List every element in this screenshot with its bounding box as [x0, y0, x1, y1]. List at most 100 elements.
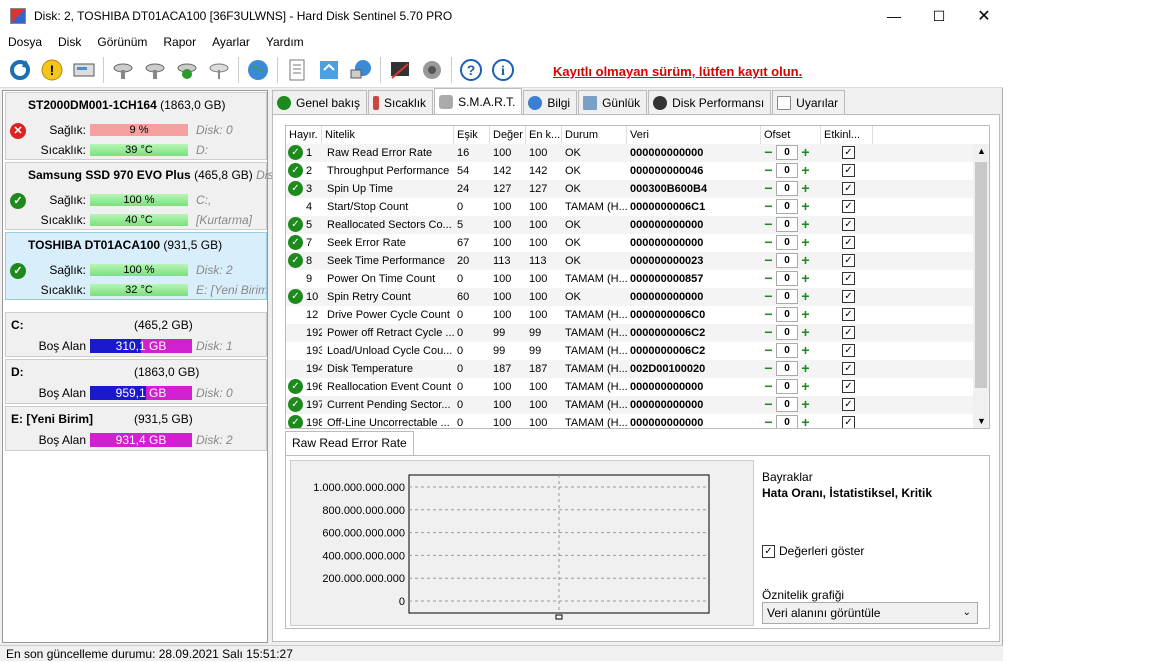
table-row[interactable]: 4 Start/Stop Count 0 100 100 TAMAM (H... 00000…: [286, 198, 974, 216]
offset-value[interactable]: 0: [776, 361, 798, 376]
menu-disk[interactable]: Disk: [50, 35, 89, 49]
disk-test-icon[interactable]: [109, 56, 137, 84]
enabled-checkbox[interactable]: ✓: [842, 164, 855, 177]
plus-icon[interactable]: +: [798, 181, 813, 196]
minus-icon[interactable]: −: [761, 307, 776, 322]
scroll-thumb[interactable]: [975, 162, 987, 388]
enabled-checkbox[interactable]: ✓: [842, 218, 855, 231]
scroll-down-icon[interactable]: ▼: [977, 416, 986, 426]
plus-icon[interactable]: +: [798, 271, 813, 286]
table-row[interactable]: ✓196Reallocation Event Count0100100TAMAM…: [286, 378, 974, 396]
maximize-button[interactable]: ☐: [916, 0, 962, 32]
table-row[interactable]: ✓ 2 Throughput Performance 54 142 142 OK 000000…: [286, 162, 974, 180]
offset-value[interactable]: 0: [776, 235, 798, 250]
minus-icon[interactable]: −: [761, 379, 776, 394]
info-icon[interactable]: i: [489, 56, 517, 84]
plus-icon[interactable]: +: [798, 379, 813, 394]
table-row[interactable]: ✓198Off-Line Uncorrectable ...0100100TAM…: [286, 414, 974, 428]
minus-icon[interactable]: −: [761, 253, 776, 268]
disk-item-selected[interactable]: TOSHIBA DT01ACA100 (931,5 GB) ✓ Sağlık: …: [5, 232, 267, 300]
minus-icon[interactable]: −: [761, 361, 776, 376]
offset-value[interactable]: 0: [776, 343, 798, 358]
offset-value[interactable]: 0: [776, 325, 798, 340]
enabled-checkbox[interactable]: ✓: [842, 272, 855, 285]
menu-ayarlar[interactable]: Ayarlar: [204, 35, 258, 49]
minus-icon[interactable]: −: [761, 343, 776, 358]
enabled-checkbox[interactable]: ✓: [842, 344, 855, 357]
plus-icon[interactable]: +: [798, 361, 813, 376]
tab-smart[interactable]: S.M.A.R.T.: [434, 88, 523, 114]
scroll-up-icon[interactable]: ▲: [977, 146, 986, 156]
col-header-enabled[interactable]: Etkinl...: [821, 126, 873, 144]
tab-performance[interactable]: Disk Performansı: [648, 90, 772, 114]
offset-value[interactable]: 0: [776, 415, 798, 428]
minus-icon[interactable]: −: [761, 181, 776, 196]
enabled-checkbox[interactable]: ✓: [842, 380, 855, 393]
offset-value[interactable]: 0: [776, 253, 798, 268]
enabled-checkbox[interactable]: ✓: [842, 146, 855, 159]
offset-value[interactable]: 0: [776, 289, 798, 304]
col-header-offset[interactable]: Ofset: [761, 126, 821, 144]
offset-value[interactable]: 0: [776, 199, 798, 214]
offset-value[interactable]: 0: [776, 181, 798, 196]
minus-icon[interactable]: −: [761, 415, 776, 428]
tab-alerts[interactable]: Uyarılar: [772, 90, 846, 114]
table-row[interactable]: ✓ 5 Reallocated Sectors Co... 5 100 100 OK 0000…: [286, 216, 974, 234]
minus-icon[interactable]: −: [761, 271, 776, 286]
plus-icon[interactable]: +: [798, 397, 813, 412]
table-row[interactable]: ✓ 1 Raw Read Error Rate 16 100 100 OK 000000000…: [286, 144, 974, 162]
volume-item[interactable]: E: [Yeni Birim] (931,5 GB) Boş Alan 931,…: [5, 406, 267, 451]
enabled-checkbox[interactable]: ✓: [842, 326, 855, 339]
minus-icon[interactable]: −: [761, 145, 776, 160]
disk-surface-icon[interactable]: [141, 56, 169, 84]
offset-value[interactable]: 0: [776, 217, 798, 232]
plus-icon[interactable]: +: [798, 343, 813, 358]
table-row[interactable]: 193 Load/Unload Cycle Cou... 0 99 99 TAMAM (H…: [286, 342, 974, 360]
enabled-checkbox[interactable]: ✓: [842, 398, 855, 411]
minus-icon[interactable]: −: [761, 163, 776, 178]
settings-icon[interactable]: [386, 56, 414, 84]
close-button[interactable]: ✕: [961, 0, 1007, 32]
volume-item[interactable]: C: (465,2 GB) Boş Alan 310,1 GB Disk: 1: [5, 312, 267, 357]
enabled-checkbox[interactable]: ✓: [842, 200, 855, 213]
offset-value[interactable]: 0: [776, 145, 798, 160]
table-row[interactable]: 194 Disk Temperature 0 187 187 TAMAM (H...002…: [286, 360, 974, 378]
minimize-button[interactable]: —: [871, 0, 917, 32]
col-header-worst[interactable]: En k...: [526, 126, 562, 144]
tab-overview[interactable]: Genel bakış: [272, 90, 368, 114]
plus-icon[interactable]: +: [798, 415, 813, 428]
disk-ok-icon[interactable]: [173, 56, 201, 84]
col-header-no[interactable]: Hayır.: [286, 126, 322, 144]
enabled-checkbox[interactable]: ✓: [842, 254, 855, 267]
minus-icon[interactable]: −: [761, 199, 776, 214]
attr-graph-select[interactable]: Veri alanını görüntüle ⌄: [762, 602, 978, 624]
enabled-checkbox[interactable]: ✓: [842, 416, 855, 428]
table-row[interactable]: 12 Drive Power Cycle Count 0 100 100 TAMAM (H…: [286, 306, 974, 324]
offset-value[interactable]: 0: [776, 397, 798, 412]
col-header-value[interactable]: Değer: [490, 126, 526, 144]
plus-icon[interactable]: +: [798, 289, 813, 304]
col-header-threshold[interactable]: Eşik: [454, 126, 490, 144]
plus-icon[interactable]: +: [798, 253, 813, 268]
minus-icon[interactable]: −: [761, 235, 776, 250]
register-link[interactable]: Kayıtlı olmayan sürüm, lütfen kayıt olun…: [553, 64, 802, 79]
sync-icon[interactable]: [315, 56, 343, 84]
table-row[interactable]: ✓ 7 Seek Error Rate 67 100 100 OK 000000000000−…: [286, 234, 974, 252]
network-icon[interactable]: [347, 56, 375, 84]
report-icon[interactable]: [283, 56, 311, 84]
table-row[interactable]: 9 Power On Time Count 0 100 100 TAMAM (H... 00…: [286, 270, 974, 288]
table-row[interactable]: ✓ 3 Spin Up Time 24 127 127 OK 000300B600B4−0 + ✓: [286, 180, 974, 198]
sound-icon[interactable]: [418, 56, 446, 84]
menu-dosya[interactable]: Dosya: [0, 35, 50, 49]
offset-value[interactable]: 0: [776, 271, 798, 286]
col-header-data[interactable]: Veri: [627, 126, 761, 144]
enabled-checkbox[interactable]: ✓: [842, 236, 855, 249]
minus-icon[interactable]: −: [761, 289, 776, 304]
plus-icon[interactable]: +: [798, 325, 813, 340]
tab-attribute-detail[interactable]: Raw Read Error Rate: [285, 431, 414, 455]
minus-icon[interactable]: −: [761, 217, 776, 232]
volume-item[interactable]: D: (1863,0 GB) Boş Alan 959,1 GB Disk: 0: [5, 359, 267, 404]
plus-icon[interactable]: +: [798, 163, 813, 178]
enabled-checkbox[interactable]: ✓: [842, 308, 855, 321]
disk-tool-icon[interactable]: [205, 56, 233, 84]
